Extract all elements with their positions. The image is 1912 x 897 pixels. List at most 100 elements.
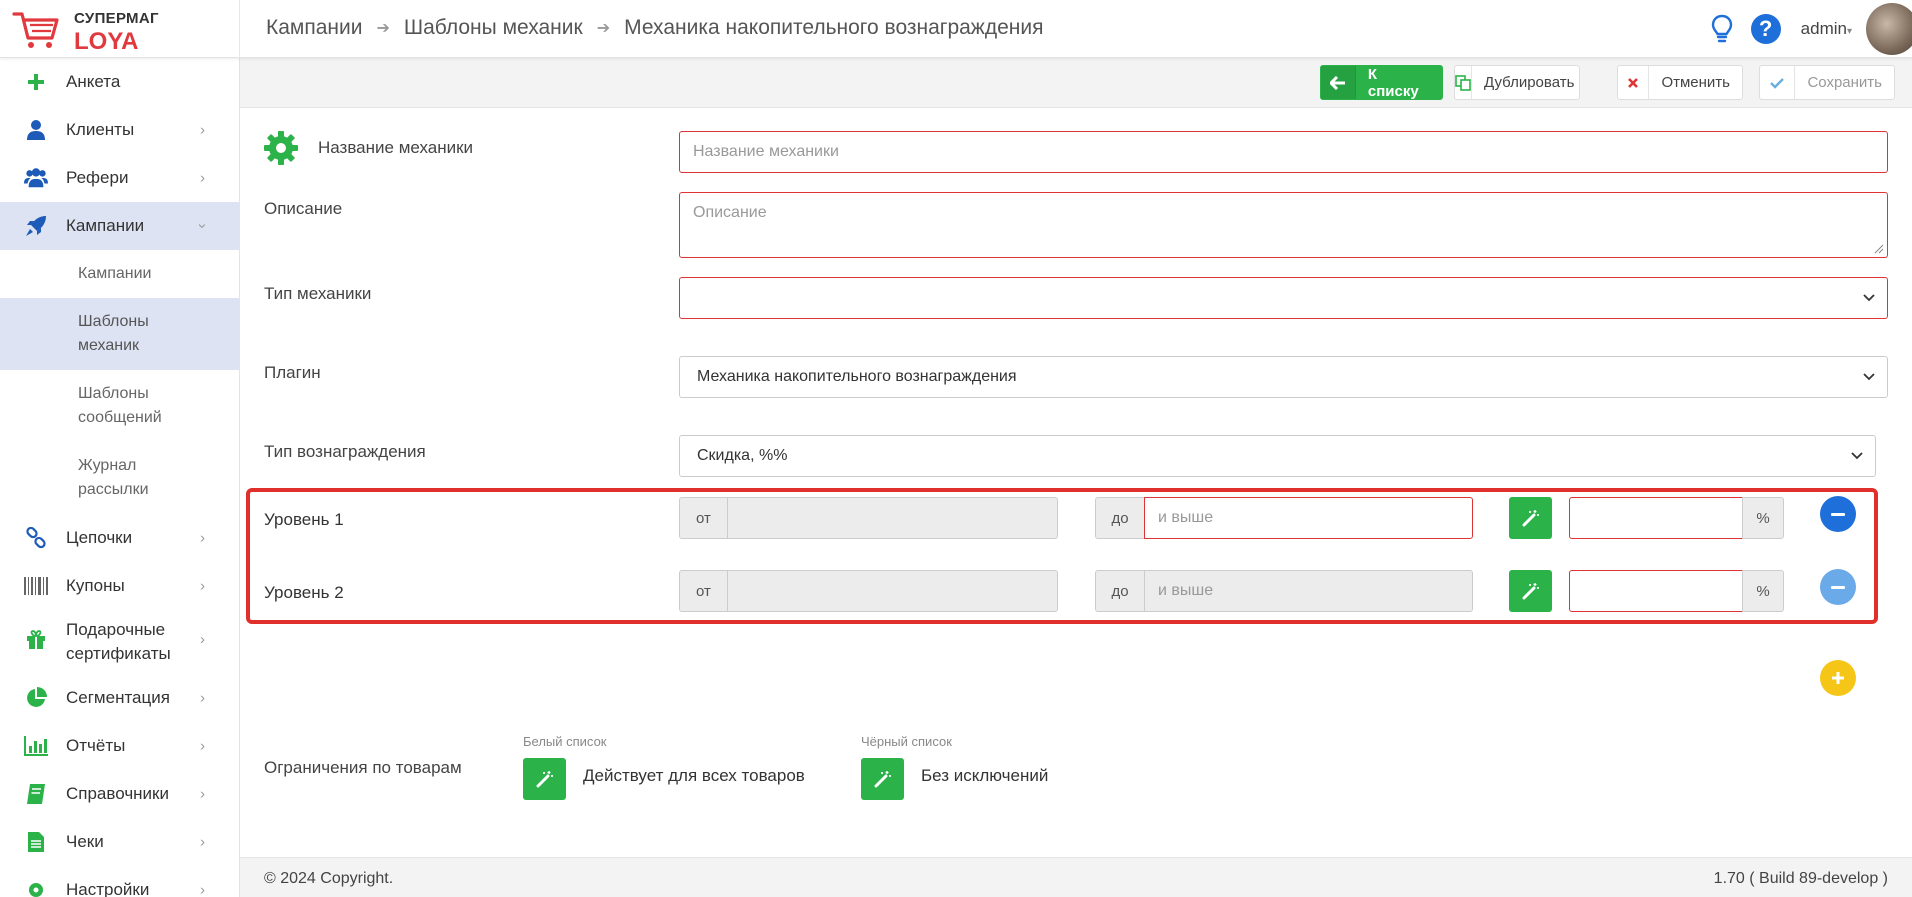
level-1-label: Уровень 1 bbox=[264, 510, 344, 529]
mechanic-name-placeholder: Название механики bbox=[693, 143, 839, 160]
level-2-magic-button[interactable] bbox=[1509, 570, 1552, 612]
gear-icon bbox=[24, 878, 48, 897]
magic-wand-icon bbox=[874, 771, 891, 788]
level-2-percent-input[interactable] bbox=[1569, 570, 1743, 612]
mechanic-name-input[interactable]: Название механики bbox=[679, 131, 1888, 173]
level-1-to-addon: до bbox=[1095, 497, 1145, 539]
chevron-right-icon: › bbox=[200, 785, 205, 803]
magic-wand-icon bbox=[536, 771, 553, 788]
breadcrumb-campaigns[interactable]: Кампании bbox=[266, 16, 362, 40]
sidebar-item-coupons[interactable]: Купоны › bbox=[0, 562, 239, 610]
sidebar-item-campaigns[interactable]: Кампании › bbox=[0, 202, 239, 250]
sidebar-subitem-mailing-log[interactable]: Журнал рассылки bbox=[0, 442, 239, 514]
level-1-magic-button[interactable] bbox=[1509, 497, 1552, 539]
sidebar-item-label: Клиенты bbox=[66, 120, 135, 139]
sidebar-item-receipts[interactable]: Чеки › bbox=[0, 818, 239, 866]
description-textarea[interactable]: Описание bbox=[679, 192, 1888, 258]
chevron-right-icon: › bbox=[200, 737, 205, 755]
level-2-percent-addon: % bbox=[1742, 570, 1784, 612]
pie-chart-icon bbox=[24, 686, 48, 710]
level-2-to-placeholder: и выше bbox=[1158, 582, 1214, 599]
add-level-button[interactable] bbox=[1820, 660, 1856, 696]
blacklist-caption: Чёрный список bbox=[861, 734, 952, 749]
sidebar-item-label: Анкета bbox=[66, 72, 121, 91]
restrictions-label: Ограничения по товарам bbox=[264, 758, 462, 777]
avatar[interactable] bbox=[1866, 3, 1912, 55]
sidebar: Анкета Клиенты › Рефери › Кампании › Кам… bbox=[0, 58, 240, 897]
logo-text-top: СУПЕРМАГ bbox=[74, 10, 159, 27]
sidebar-item-settings[interactable]: Настройки › bbox=[0, 866, 239, 897]
sidebar-item-chains[interactable]: Цепочки › bbox=[0, 514, 239, 562]
top-bar: СУПЕРМАГ LOYA Кампании ➔ Шаблоны механик… bbox=[0, 0, 1912, 58]
back-to-list-label: К списку bbox=[1367, 65, 1419, 100]
sidebar-item-label: Справочники bbox=[66, 784, 169, 803]
blacklist-value: Без исключений bbox=[921, 766, 1049, 785]
back-to-list-button[interactable]: К списку bbox=[1320, 65, 1443, 100]
sidebar-item-label: Кампании bbox=[66, 216, 145, 235]
breadcrumb-mechanic-templates[interactable]: Шаблоны механик bbox=[404, 16, 583, 40]
level-2-to-input: и выше bbox=[1144, 570, 1473, 612]
chevron-right-icon: › bbox=[200, 833, 205, 851]
sidebar-item-label: Купоны bbox=[66, 576, 125, 595]
sidebar-item-segmentation[interactable]: Сегментация › bbox=[0, 674, 239, 722]
sidebar-item-reports[interactable]: Отчёты › bbox=[0, 722, 239, 770]
save-label: Сохранить bbox=[1807, 74, 1882, 91]
sidebar-item-label: Настройки bbox=[66, 880, 150, 897]
chevron-right-icon: › bbox=[200, 881, 205, 897]
level-2-to-addon: до bbox=[1095, 570, 1145, 612]
sidebar-subitem-message-templates[interactable]: Шаблоны сообщений bbox=[0, 370, 239, 442]
description-placeholder: Описание bbox=[693, 204, 767, 221]
sidebar-item-clients[interactable]: Клиенты › bbox=[0, 106, 239, 154]
breadcrumb: Кампании ➔ Шаблоны механик ➔ Механика на… bbox=[266, 16, 1043, 40]
level-1-remove-button[interactable] bbox=[1820, 496, 1856, 532]
level-2-label: Уровень 2 bbox=[264, 583, 344, 602]
resize-handle-icon[interactable] bbox=[1874, 244, 1884, 254]
user-icon bbox=[24, 118, 48, 142]
gift-icon bbox=[24, 628, 48, 652]
sidebar-subitem-mechanic-templates[interactable]: Шаблоны механик bbox=[0, 298, 239, 370]
plugin-value: Механика накопительного вознаграждения bbox=[697, 368, 1017, 385]
whitelist-edit-button[interactable] bbox=[523, 758, 566, 800]
chevron-down-icon bbox=[1863, 373, 1875, 381]
sidebar-item-label: Цепочки bbox=[66, 528, 133, 547]
check-icon bbox=[1760, 66, 1796, 99]
user-menu[interactable]: admin▾ bbox=[1801, 19, 1852, 39]
chevron-right-icon: › bbox=[200, 529, 205, 547]
chevron-right-icon: › bbox=[200, 121, 205, 139]
sidebar-item-referrers[interactable]: Рефери › bbox=[0, 154, 239, 202]
duplicate-button[interactable]: Дублировать bbox=[1454, 65, 1580, 100]
chevron-down-icon bbox=[1851, 452, 1863, 460]
cancel-button[interactable]: Отменить bbox=[1617, 65, 1743, 100]
book-icon bbox=[24, 782, 48, 806]
minus-icon bbox=[1831, 585, 1845, 589]
level-2-remove-button[interactable] bbox=[1820, 569, 1856, 605]
sidebar-item-label: Рефери bbox=[66, 168, 129, 187]
plugin-select[interactable]: Механика накопительного вознаграждения bbox=[679, 356, 1888, 398]
plugin-label: Плагин bbox=[264, 363, 321, 382]
header-actions: ? admin▾ bbox=[1707, 0, 1912, 58]
logo[interactable]: СУПЕРМАГ LOYA bbox=[12, 6, 237, 55]
blacklist-edit-button[interactable] bbox=[861, 758, 904, 800]
chevron-right-icon: › bbox=[200, 169, 205, 187]
cart-logo-icon bbox=[12, 12, 59, 48]
lightbulb-icon[interactable] bbox=[1707, 14, 1737, 44]
chevron-down-icon bbox=[1863, 294, 1875, 302]
sidebar-item-directories[interactable]: Справочники › bbox=[0, 770, 239, 818]
sidebar-item-profile[interactable]: Анкета bbox=[0, 58, 239, 106]
sidebar-item-label: Чеки bbox=[66, 832, 104, 851]
footer: © 2024 Copyright. 1.70 ( Build 89-develo… bbox=[240, 857, 1912, 897]
reward-type-select[interactable]: Скидка, %% bbox=[679, 435, 1876, 477]
sidebar-item-label: Сегментация bbox=[66, 688, 170, 707]
sidebar-subitem-campaigns[interactable]: Кампании bbox=[0, 250, 239, 298]
save-button[interactable]: Сохранить bbox=[1759, 65, 1895, 100]
rocket-icon bbox=[24, 214, 48, 238]
sidebar-subitem-label: Журнал рассылки bbox=[78, 457, 149, 498]
mechanic-type-select[interactable] bbox=[679, 277, 1888, 319]
level-1-to-input[interactable]: и выше bbox=[1144, 497, 1473, 539]
sidebar-item-gift-certificates[interactable]: Подарочные сертификаты › bbox=[0, 610, 239, 674]
level-1-percent-addon: % bbox=[1742, 497, 1784, 539]
help-icon[interactable]: ? bbox=[1750, 14, 1781, 44]
reward-type-value: Скидка, %% bbox=[697, 447, 788, 464]
reward-type-label: Тип вознаграждения bbox=[264, 442, 426, 461]
level-1-percent-input[interactable] bbox=[1569, 497, 1743, 539]
